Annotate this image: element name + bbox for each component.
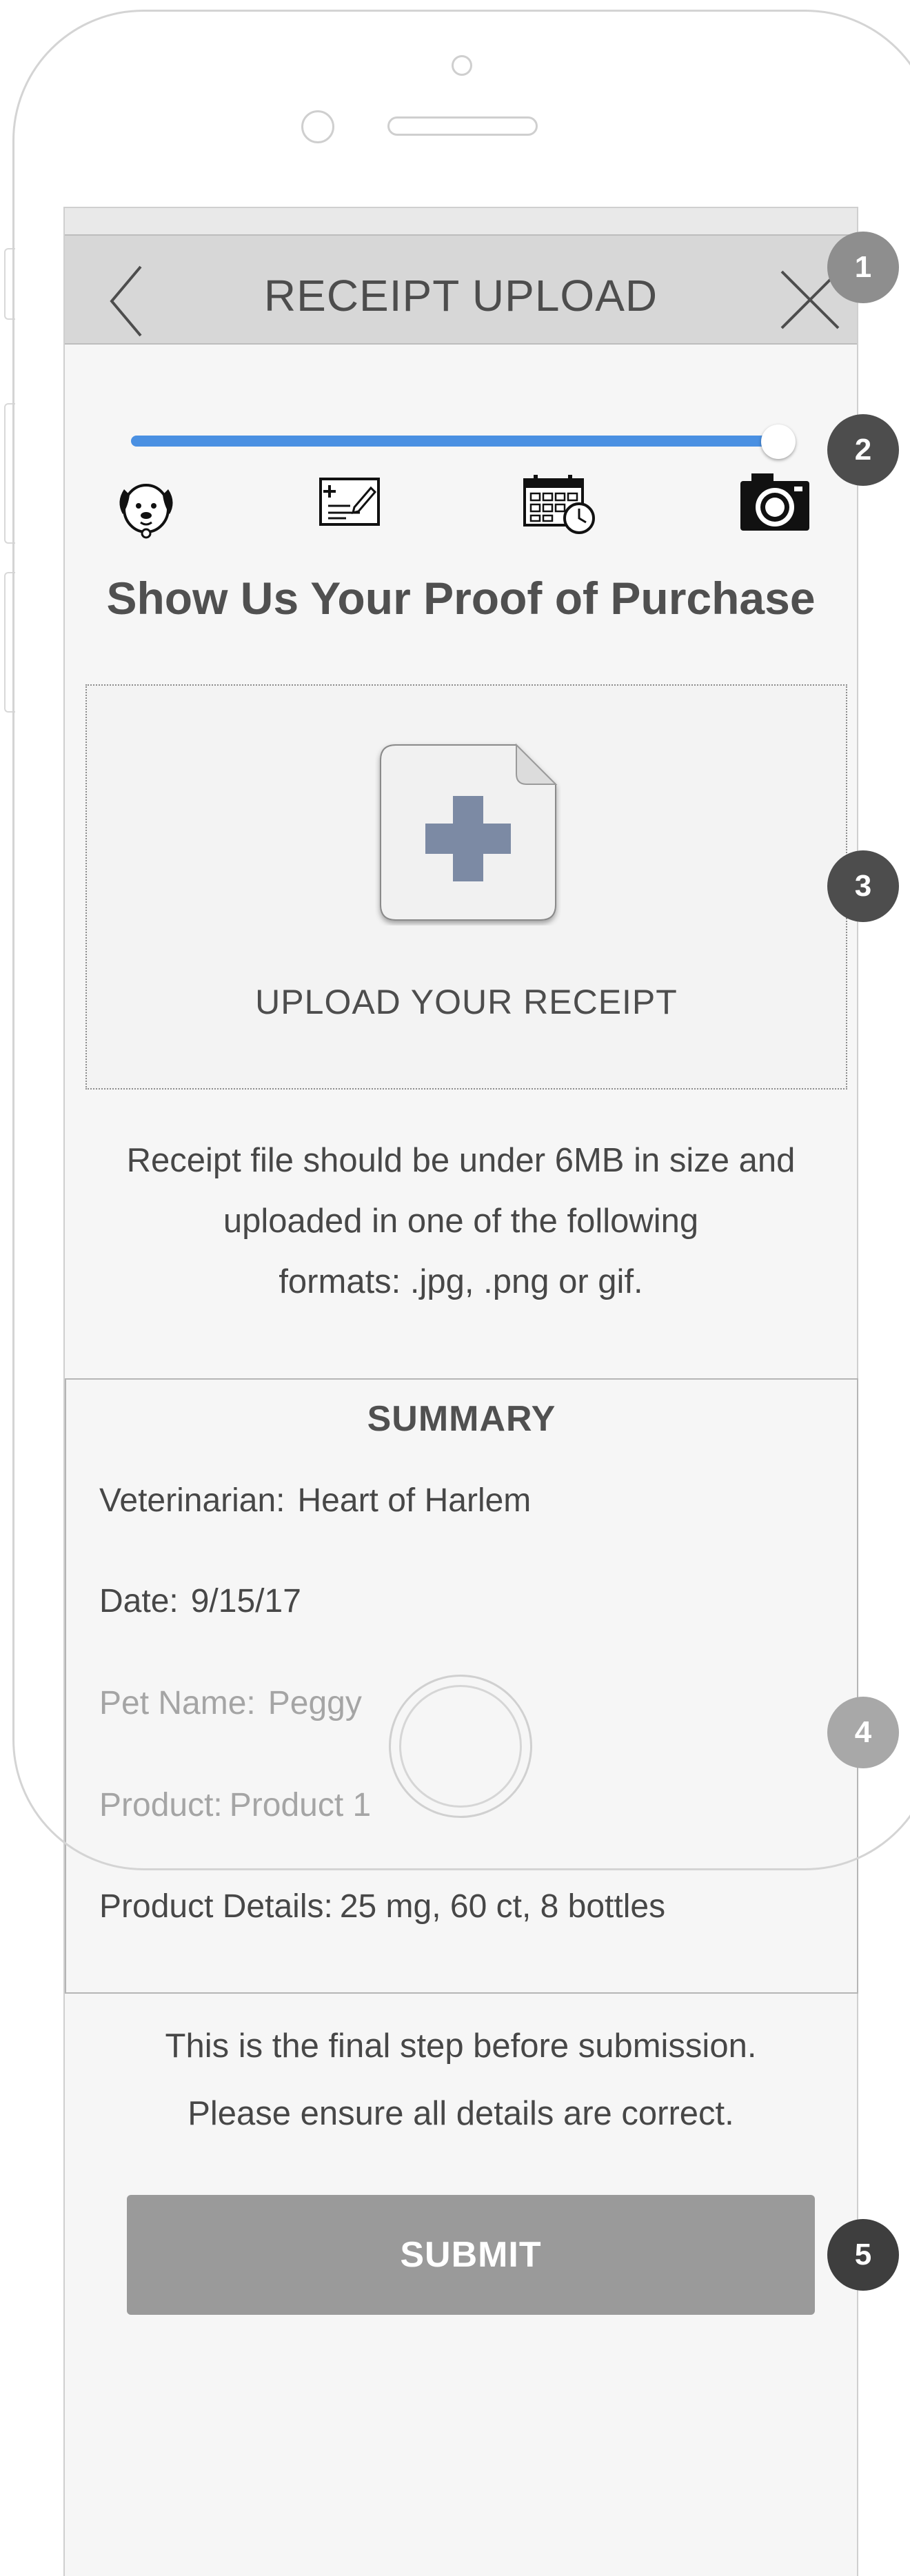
- status-bar: [65, 207, 857, 234]
- calendar-clock-icon: [523, 475, 595, 534]
- progress-bar: [131, 436, 778, 447]
- summary-value: 9/15/17: [190, 1583, 301, 1619]
- dog-face-icon: [119, 484, 173, 539]
- summary-label: Veterinarian:: [99, 1482, 285, 1519]
- section-heading: Show Us Your Proof of Purchase: [106, 573, 816, 624]
- front-camera: [452, 55, 472, 76]
- callout-marker: 1: [827, 232, 899, 303]
- earpiece-speaker: [387, 116, 538, 136]
- summary-value: Peggy: [267, 1685, 362, 1721]
- final-note-line: This is the final step before submission…: [165, 2027, 757, 2065]
- phone-volume-down: [4, 572, 15, 713]
- camera-icon: [740, 473, 809, 531]
- final-step-note: This is the final step before submission…: [65, 2012, 857, 2147]
- summary-label: Date:: [99, 1583, 179, 1619]
- screen: RECEIPT UPLOAD Show Us Your Proof of Pur…: [63, 207, 858, 2576]
- phone-volume-up: [4, 403, 15, 544]
- summary-label: Pet Name:: [99, 1685, 256, 1721]
- step-receipt[interactable]: [739, 471, 811, 535]
- summary-label: Product:: [99, 1787, 223, 1823]
- summary-pet-name: Pet Name: Peggy: [99, 1684, 362, 1722]
- final-note-line: Please ensure all details are correct.: [188, 2095, 734, 2132]
- progress-handle[interactable]: [761, 425, 796, 459]
- summary-title: SUMMARY: [367, 1399, 556, 1439]
- medical-card-icon: [319, 478, 380, 526]
- phone-mute-switch: [4, 248, 15, 320]
- home-button[interactable]: [389, 1675, 532, 1818]
- summary-label: Product Details:: [99, 1888, 333, 1925]
- receipt-upload-dropzone[interactable]: UPLOAD YOUR RECEIPT: [85, 684, 847, 1090]
- callout-marker: 2: [827, 414, 899, 486]
- requirement-line: formats: .jpg, .png or gif.: [279, 1263, 643, 1300]
- summary-veterinarian: Veterinarian: Heart of Harlem: [99, 1482, 531, 1520]
- file-requirements-text: Receipt file should be under 6MB in size…: [106, 1130, 816, 1312]
- callout-marker: 3: [827, 850, 899, 922]
- summary-value: Heart of Harlem: [297, 1482, 532, 1519]
- submit-button[interactable]: SUBMIT: [127, 2195, 815, 2315]
- step-date[interactable]: [523, 473, 598, 538]
- callout-marker: 4: [827, 1697, 899, 1768]
- requirement-line: uploaded in one of the following: [223, 1203, 699, 1240]
- summary-value: 25 mg, 60 ct, 8 bottles: [339, 1888, 666, 1925]
- upload-label: UPLOAD YOUR RECEIPT: [255, 983, 678, 1021]
- requirement-line: Receipt file should be under 6MB in size…: [126, 1142, 796, 1179]
- add-file-icon[interactable]: [375, 739, 561, 926]
- summary-date: Date: 9/15/17: [99, 1582, 301, 1620]
- step-vet-details[interactable]: [318, 477, 381, 530]
- summary-product: Product: Product 1: [99, 1786, 371, 1824]
- proximity-sensor: [301, 110, 334, 143]
- summary-value: Product 1: [229, 1787, 372, 1823]
- page-title: RECEIPT UPLOAD: [263, 271, 658, 320]
- step-pet[interactable]: [113, 474, 179, 544]
- app-header: RECEIPT UPLOAD: [65, 234, 857, 345]
- callout-marker: 5: [827, 2219, 899, 2291]
- summary-product-details: Product Details: 25 mg, 60 ct, 8 bottles: [99, 1888, 665, 1925]
